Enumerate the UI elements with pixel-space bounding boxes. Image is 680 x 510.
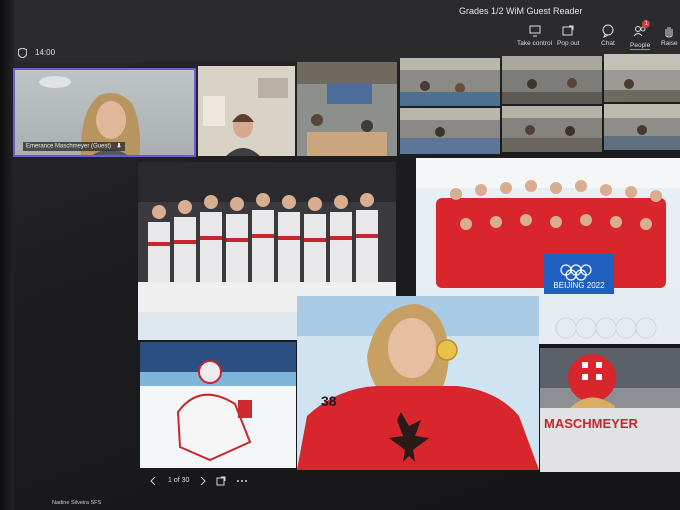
shield-icon [18,48,27,58]
classroom-video-frame [400,58,500,106]
participant-video-tile[interactable] [198,66,295,156]
chat-icon [602,24,614,38]
more-options-icon[interactable] [236,479,248,483]
screen-photo: Grades 1/2 WiM Guest Reader 14:00 Take c… [0,0,680,510]
chat-button[interactable]: Chat [601,24,615,47]
people-badge: 1 [642,20,651,28]
mic-icon [116,143,121,149]
classroom-video-frame [502,56,602,104]
classroom-video-tile[interactable] [604,54,680,102]
presenter-name: Nadine Silveira SFS [52,500,102,506]
chevron-left-icon[interactable] [150,477,156,485]
jersey-number: 38 [321,393,337,409]
people-button[interactable]: 1 People [630,20,651,50]
take-control-label: Take control [517,40,553,47]
gold-medal-image: 38 [297,296,539,470]
classroom-video-frame [604,54,680,102]
goalie-back-photo: MASCHMEYER [540,348,680,472]
classroom-video-tile[interactable] [604,104,680,150]
classroom-video-frame [297,62,397,156]
classroom-video-tile[interactable] [400,108,500,154]
monitor-bezel [0,0,14,510]
raise-hand-button[interactable]: Raise [661,24,678,47]
goalie-image [140,342,296,468]
hand-icon [665,27,673,38]
jersey-name: MASCHMEYER [544,416,639,431]
pop-out-button[interactable]: Pop out [557,24,579,47]
raise-label: Raise [661,40,678,47]
classroom-video-frame [502,106,602,152]
chat-label: Chat [601,40,615,47]
classroom-video-tile[interactable] [297,62,397,156]
self-name-tag: Emerance Maschmeyer (Guest) [23,142,125,151]
meeting-title: Grades 1/2 WiM Guest Reader [459,6,583,16]
self-name: Emerance Maschmeyer (Guest) [26,144,112,150]
page-indicator: 1 of 30 [168,477,190,484]
participant-video-frame [198,66,295,156]
call-timer: 14:00 [35,48,56,57]
classroom-video-tile[interactable] [400,58,500,106]
goalie-back-image: MASCHMEYER [540,348,680,472]
pop-out-slide-icon[interactable] [216,476,226,486]
pop-out-icon [562,25,574,36]
olympic-banner-text: BEIJING 2022 [553,281,605,290]
classroom-video-frame [604,104,680,150]
take-control-button[interactable]: Take control [517,24,552,47]
classroom-video-tile[interactable] [502,56,602,104]
self-video-tile[interactable]: Emerance Maschmeyer (Guest) [13,68,196,157]
pop-out-label: Pop out [557,40,580,47]
gold-medal-photo: 38 [297,296,539,470]
monitor-icon [529,25,541,37]
classroom-video-frame [400,108,500,154]
meeting-toolbar: Grades 1/2 WiM Guest Reader [14,0,680,62]
people-label: People [630,42,651,50]
goalie-photo [140,342,296,468]
pager-bar: 1 of 30 [140,470,540,490]
classroom-video-tile[interactable] [502,106,602,152]
chevron-right-icon[interactable] [200,477,206,485]
